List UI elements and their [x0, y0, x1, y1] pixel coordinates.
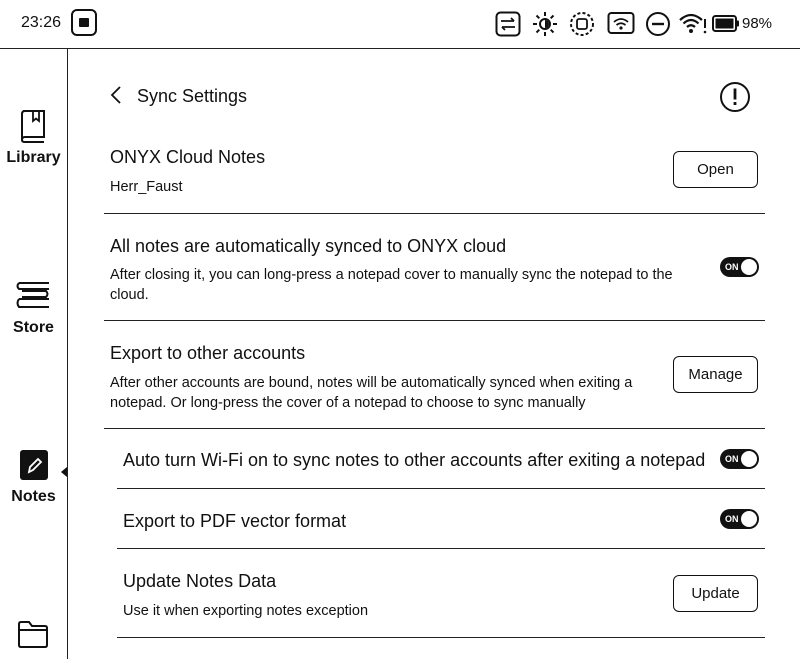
wifi-transfer-icon[interactable] [607, 11, 635, 37]
auto-wifi-toggle[interactable]: ON [720, 449, 759, 469]
toggle-knob [741, 451, 757, 467]
pdf-vector-title: Export to PDF vector format [123, 511, 347, 531]
update-data-title: Update Notes Data [123, 571, 277, 591]
wifi-icon[interactable] [678, 11, 708, 37]
refresh-mode-icon[interactable] [495, 11, 521, 37]
info-icon[interactable] [719, 81, 751, 113]
export-accounts-description: After other accounts are bound, notes wi… [110, 375, 633, 411]
cloud-notes-title: ONYX Cloud Notes [110, 147, 266, 167]
sidebar-item-notes[interactable]: Notes [0, 448, 67, 510]
divider [104, 213, 765, 214]
sidebar-item-library[interactable]: Library [0, 107, 67, 169]
folder-icon [18, 621, 48, 648]
page-title: Sync Settings [137, 86, 248, 106]
store-icon [16, 282, 49, 308]
back-arrow-icon[interactable] [108, 85, 128, 105]
toggle-knob [741, 511, 757, 527]
do-not-disturb-icon[interactable] [645, 11, 671, 37]
notes-icon [20, 450, 48, 480]
sidebar-item-folder[interactable] [0, 617, 67, 653]
divider [117, 548, 765, 549]
auto-sync-title: All notes are automatically synced to ON… [110, 236, 507, 256]
export-accounts-title: Export to other accounts [110, 343, 306, 363]
auto-sync-description: After closing it, you can long-press a n… [110, 267, 673, 303]
divider [117, 488, 765, 489]
screen-record-icon[interactable] [71, 9, 97, 36]
toggle-state: ON [725, 514, 739, 524]
update-data-description: Use it when exporting notes exception [123, 603, 369, 619]
clock: 23:26 [21, 14, 62, 31]
toggle-knob [741, 259, 757, 275]
rotate-icon[interactable] [569, 11, 595, 37]
status-bar: 23:26 98% [0, 0, 800, 49]
toggle-state: ON [725, 454, 739, 464]
toggle-state: ON [725, 262, 739, 272]
sidebar-item-label: Store [13, 319, 54, 336]
auto-sync-toggle[interactable]: ON [720, 257, 759, 277]
sidebar: Library Store Notes [0, 49, 68, 659]
auto-wifi-title: Auto turn Wi-Fi on to sync notes to othe… [123, 450, 706, 470]
sidebar-item-label: Notes [11, 488, 56, 505]
selected-indicator [61, 467, 67, 477]
battery-level: 98% [742, 15, 773, 32]
manage-button[interactable]: Manage [673, 356, 758, 393]
divider [104, 428, 765, 429]
sidebar-item-label: Library [6, 149, 61, 166]
book-icon [20, 110, 45, 143]
brightness-icon[interactable] [532, 11, 558, 37]
sidebar-item-store[interactable]: Store [0, 279, 67, 341]
divider [117, 637, 765, 638]
divider [104, 320, 765, 321]
battery-icon [712, 15, 739, 32]
update-button[interactable]: Update [673, 575, 758, 612]
pdf-vector-toggle[interactable]: ON [720, 509, 759, 529]
account-name: Herr_Faust [110, 179, 183, 195]
open-button[interactable]: Open [673, 151, 758, 188]
